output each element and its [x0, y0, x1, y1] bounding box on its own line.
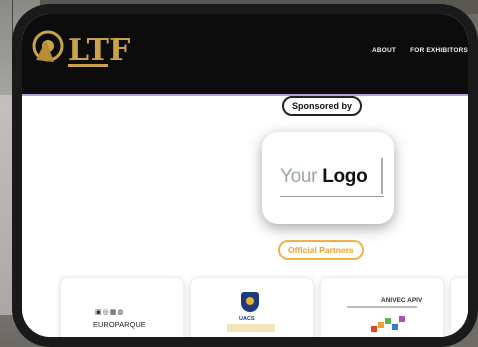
ltf-logo-icon: LTF: [32, 30, 130, 68]
website-screen: LTF ABOUT FOR EXHIBITORS Sponsored by Yo…: [22, 14, 468, 337]
partner-card-anivec[interactable]: ANIVEC APIV: [320, 277, 444, 337]
partner-card-europarque[interactable]: ▣◎▦◍ EUROPARQUE: [60, 277, 184, 337]
official-partners-pill: Official Partners: [278, 240, 364, 260]
uacs-shield-icon: [241, 292, 259, 312]
logo-your: Your: [280, 166, 318, 187]
logo-text: LTF: [68, 33, 130, 68]
sponsor-logo-card[interactable]: Your Logo: [262, 132, 394, 224]
anivec-name: ANIVEC APIV: [381, 297, 423, 304]
anivec-line: [347, 306, 417, 308]
nav-links: ABOUT FOR EXHIBITORS: [372, 47, 468, 54]
navbar: LTF ABOUT FOR EXHIBITORS: [22, 14, 468, 96]
uacs-name: UACS: [239, 316, 255, 322]
sponsor-logo-text: Your Logo: [280, 166, 368, 188]
uacs-subtitle: [227, 324, 275, 332]
background-window-edge: [2, 0, 13, 40]
partner-card-partial[interactable]: [450, 277, 468, 337]
logo-divider: [381, 158, 383, 194]
nav-link-exhibitors[interactable]: FOR EXHIBITORS: [410, 47, 468, 54]
anivec-art-icon: [371, 316, 405, 332]
logo-word: Logo: [322, 166, 368, 187]
ltf-logo[interactable]: LTF: [32, 20, 152, 80]
europarque-icons: ▣◎▦◍: [95, 309, 125, 316]
sponsored-by-pill: Sponsored by: [282, 96, 363, 116]
partner-card-uacs[interactable]: UACS: [190, 277, 314, 337]
tablet-frame: LTF ABOUT FOR EXHIBITORS Sponsored by Yo…: [12, 4, 478, 347]
logo-underline: [280, 196, 384, 197]
nav-link-about[interactable]: ABOUT: [372, 47, 396, 54]
europarque-name: EUROPARQUE: [93, 320, 146, 329]
